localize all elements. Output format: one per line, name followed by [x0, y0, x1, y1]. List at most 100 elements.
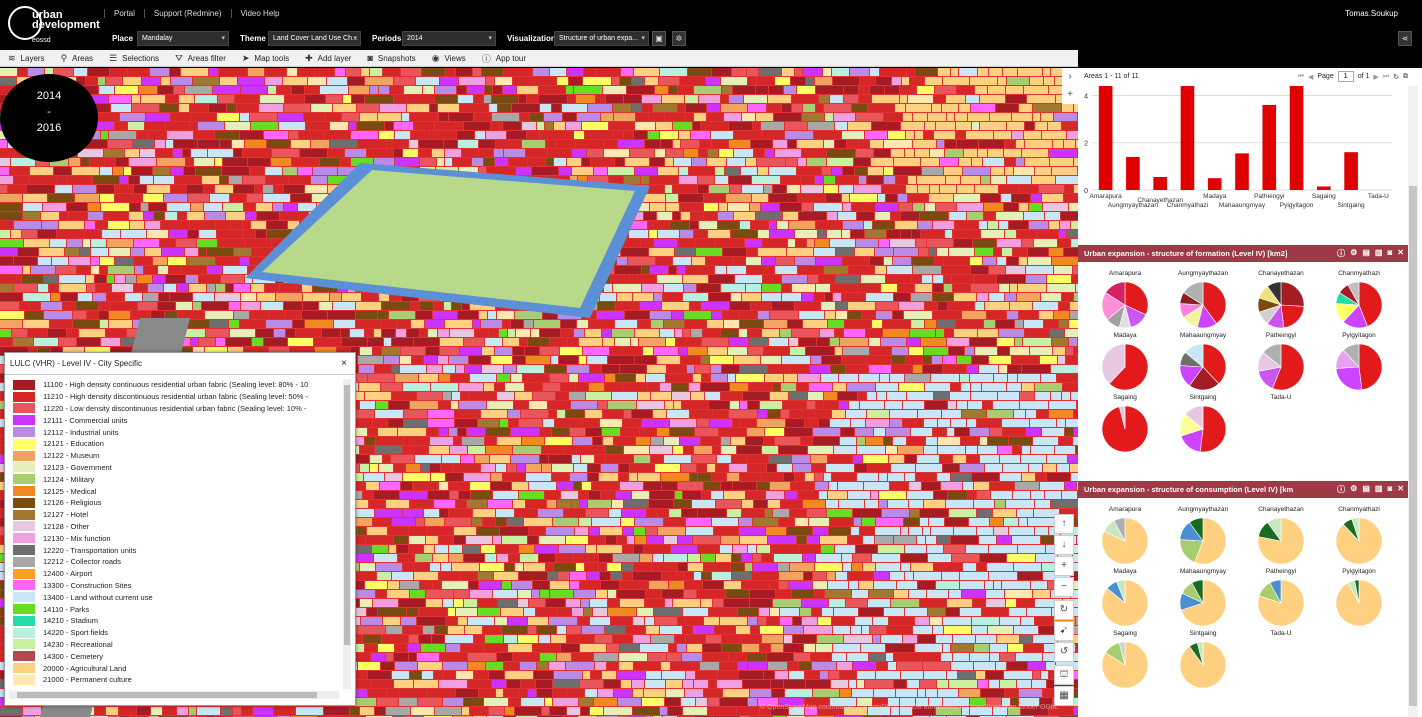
pie-sintgaing[interactable]: Sintgaing [1164, 394, 1242, 453]
pie-mahaaungmyay[interactable]: Mahaaungmyay [1164, 332, 1242, 391]
first-page-icon[interactable]: ⏮ [1298, 73, 1304, 81]
bar-mahaaungmyay[interactable] [1235, 153, 1249, 190]
tilt-down-button[interactable]: ↓ [1054, 535, 1074, 555]
map-parcel [369, 500, 385, 508]
close-icon[interactable]: ✕ [1397, 484, 1404, 495]
bar-amarapura[interactable] [1098, 86, 1113, 190]
map-parcel [894, 158, 920, 166]
table-icon[interactable]: ▤ [1362, 484, 1370, 495]
legend-hscroll-thumb[interactable] [17, 692, 317, 698]
pie-sagaing[interactable]: Sagaing [1086, 394, 1164, 453]
pie-slice[interactable] [1280, 281, 1305, 307]
settings-icon[interactable]: ⚙ [1350, 248, 1357, 259]
place-select[interactable]: Mandalay [137, 31, 229, 46]
page-input[interactable] [1337, 71, 1354, 82]
pie-chanmyathazi[interactable]: Chanmyathazi [1320, 506, 1398, 565]
pie-aungmyaythazan[interactable]: Aungmyaythazan [1164, 506, 1242, 565]
compass-button[interactable]: ➹ [1054, 621, 1074, 641]
legend-vertical-scrollbar[interactable] [343, 379, 351, 689]
pie-slice[interactable] [1335, 366, 1363, 391]
pie-slice[interactable] [1280, 304, 1305, 329]
table-icon[interactable]: ▤ [1362, 248, 1370, 259]
pie-mahaaungmyay[interactable]: Mahaaungmyay [1164, 568, 1242, 627]
view-2d3d-button[interactable]: ⛫ [1054, 665, 1074, 685]
pie-tada-u[interactable]: Tada-U [1242, 394, 1320, 403]
collapse-panel-button[interactable]: › [1062, 68, 1078, 86]
bar-pyigyitagon[interactable] [1289, 86, 1304, 190]
pie-pyigyitagon[interactable]: Pyigyitagon [1320, 332, 1398, 391]
legend-horizontal-scrollbar[interactable] [9, 691, 339, 699]
reset-button[interactable]: ↺ [1054, 642, 1074, 662]
next-page-icon[interactable]: ▶ [1373, 73, 1378, 81]
portal-link[interactable]: Portal [104, 9, 144, 18]
pie-aungmyaythazan[interactable]: Aungmyaythazan [1164, 270, 1242, 329]
info-icon[interactable]: ⓘ [1337, 248, 1345, 259]
pie-amarapura[interactable]: Amarapura [1086, 270, 1164, 329]
camera-icon[interactable]: ◙ [1387, 484, 1392, 495]
bar-patheingyi[interactable] [1262, 104, 1277, 190]
bar-sintgaing[interactable] [1344, 152, 1358, 190]
periods-select[interactable]: 2014 [402, 31, 496, 46]
pie-sagaing[interactable]: Sagaing [1086, 630, 1164, 689]
bar-aungmyaythazan[interactable] [1126, 156, 1140, 190]
right-panel-scrollbar[interactable] [1408, 86, 1418, 717]
settings-button[interactable]: ✲ [672, 31, 686, 46]
camera-icon[interactable]: ◙ [1387, 248, 1392, 259]
bar-chanmyathazi[interactable] [1180, 86, 1195, 190]
theme-select[interactable]: Land Cover Land Use Ch... [268, 31, 361, 46]
toolbar-selections-button[interactable]: ☰ Selections [101, 50, 167, 67]
pie-tada-u[interactable]: Tada-U [1242, 630, 1320, 639]
export-icon[interactable]: ▥ [1375, 484, 1383, 495]
export-icon[interactable]: ▥ [1375, 248, 1383, 259]
zoom-out-button[interactable]: − [1054, 577, 1074, 597]
pie-patheingyi[interactable]: Patheingyi [1242, 568, 1320, 627]
bar-sagaing[interactable] [1317, 186, 1331, 190]
tilt-up-button[interactable]: ↑ [1054, 514, 1074, 534]
bar-y-tick: 2 [1084, 141, 1088, 148]
toolbar-views-button[interactable]: ◉ Views [424, 50, 474, 67]
user-name[interactable]: Tomas.Soukup [1345, 9, 1398, 18]
toolbar-areas-filter-button[interactable]: ⛛ Areas filter [167, 50, 234, 67]
video-help-link[interactable]: Video Help [230, 9, 289, 18]
bar-madaya[interactable] [1207, 178, 1222, 190]
pie-madaya[interactable]: Madaya [1086, 332, 1164, 391]
support-link[interactable]: Support (Redmine) [143, 9, 231, 18]
visualization-select[interactable]: Structure of urban expa... [554, 31, 649, 46]
pie-chanayethazan[interactable]: Chanayethazan [1242, 270, 1320, 329]
pie-slice[interactable] [1358, 343, 1383, 391]
pie-pyigyitagon[interactable]: Pyigyitagon [1320, 568, 1398, 627]
share-button[interactable]: ⋖ [1398, 31, 1412, 46]
pie-slice[interactable] [1199, 405, 1227, 453]
last-page-icon[interactable]: ⏭ [1383, 73, 1389, 81]
close-icon[interactable]: ✕ [1397, 248, 1404, 259]
pie-patheingyi[interactable]: Patheingyi [1242, 332, 1320, 391]
pie-sintgaing[interactable]: Sintgaing [1164, 630, 1242, 689]
pie-amarapura[interactable]: Amarapura [1086, 506, 1164, 565]
refresh-icon[interactable]: ↻ [1393, 73, 1399, 81]
legend-close-button[interactable]: × [341, 358, 347, 369]
zoom-in-button[interactable]: + [1054, 556, 1074, 576]
prev-page-icon[interactable]: ◀ [1308, 73, 1313, 81]
info-icon[interactable]: ⓘ [1337, 484, 1345, 495]
map-parcel [509, 554, 519, 562]
toolbar-app-tour-button[interactable]: ⓘ App tour [474, 50, 534, 67]
grid-button[interactable]: ▦ [1054, 686, 1074, 706]
pie-chanmyathazi[interactable]: Chanmyathazi [1320, 270, 1398, 329]
map-parcel [761, 356, 781, 364]
settings-icon[interactable]: ⚙ [1350, 484, 1357, 495]
right-panel-scroll-thumb[interactable] [1409, 186, 1417, 706]
copy-icon[interactable]: ⧉ [1403, 73, 1408, 81]
toolbar-layers-button[interactable]: ≋ Layers [0, 50, 53, 67]
toolbar-add-layer-button[interactable]: ✚ Add layer [297, 50, 359, 67]
bar-chanayethazan[interactable] [1153, 177, 1167, 190]
pie-madaya[interactable]: Madaya [1086, 568, 1164, 627]
save-view-button[interactable]: ▣ [652, 31, 666, 46]
toolbar-snapshots-button[interactable]: ◙ Snapshots [359, 50, 423, 67]
pie-chanayethazan[interactable]: Chanayethazan [1242, 506, 1320, 565]
add-chart-button[interactable]: + [1062, 86, 1078, 104]
toolbar-map-tools-button[interactable]: ➤ Map tools [234, 50, 297, 67]
rotate-button[interactable]: ↻ [1054, 600, 1074, 620]
toolbar-areas-button[interactable]: ⚲ Areas [53, 50, 102, 67]
legend-vscroll-thumb[interactable] [344, 385, 350, 645]
map-parcel [825, 590, 851, 598]
